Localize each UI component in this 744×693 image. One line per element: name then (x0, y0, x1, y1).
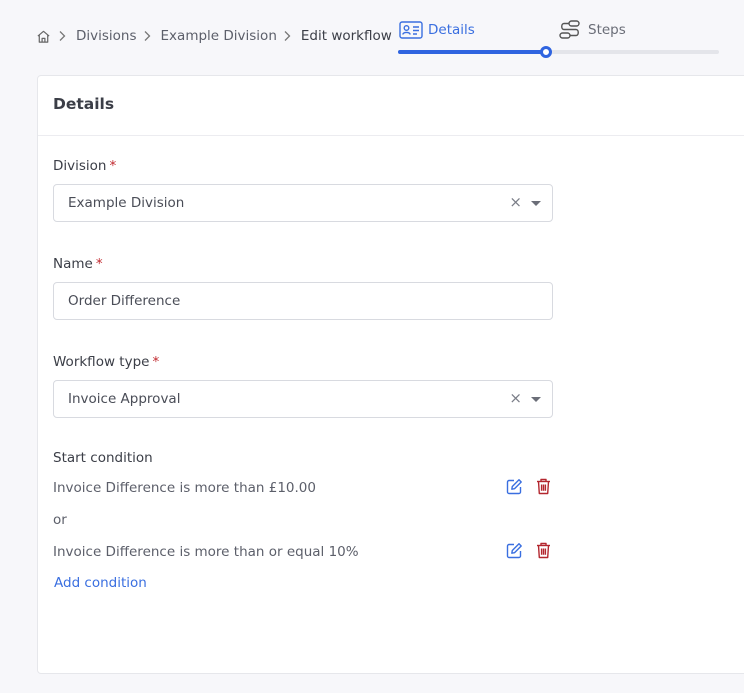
required-mark: * (95, 256, 103, 272)
caret-down-icon[interactable] (531, 397, 541, 402)
name-group: Name * Order Difference (53, 256, 744, 320)
breadcrumb-current: Edit workflow (300, 28, 392, 44)
add-condition-link[interactable]: Add condition (54, 575, 147, 591)
top-bar: Divisions Example Division Edit workflow… (0, 0, 744, 75)
start-condition-section: Start condition Invoice Difference is mo… (53, 450, 744, 591)
stepper: Details Steps (398, 18, 720, 58)
details-card: Details Division * Example Division × Nam… (37, 75, 744, 674)
workflow-type-group: Workflow type * Invoice Approval × (53, 354, 744, 418)
name-input[interactable]: Order Difference (53, 282, 553, 320)
step-details[interactable]: Details (399, 20, 475, 40)
clear-icon[interactable]: × (509, 389, 522, 407)
start-condition-label: Start condition (53, 450, 153, 466)
step-details-label: Details (428, 22, 475, 38)
name-label: Name * (53, 256, 744, 274)
card-header: Details (38, 76, 744, 136)
workflow-type-label-text: Workflow type (53, 354, 150, 370)
breadcrumb-example-division[interactable]: Example Division (161, 28, 277, 44)
workflow-type-select-value: Invoice Approval (68, 391, 181, 407)
required-mark: * (152, 354, 160, 370)
stepper-progress-knob (539, 46, 552, 58)
condition-actions (506, 542, 553, 560)
step-steps-label: Steps (588, 22, 626, 38)
division-label: Division * (53, 158, 744, 176)
workflow-type-select[interactable]: Invoice Approval × (53, 380, 553, 418)
condition-row: Invoice Difference is more than or equal… (53, 542, 553, 562)
workflow-type-label: Workflow type * (53, 354, 744, 372)
stepper-progress-fill (398, 50, 546, 54)
card-title: Details (53, 95, 115, 113)
condition-text: Invoice Difference is more than or equal… (53, 544, 359, 560)
card-body: Division * Example Division × Name * Order… (38, 136, 744, 591)
stepper-progress-track (398, 46, 719, 58)
breadcrumb: Divisions Example Division Edit workflow (36, 26, 392, 46)
condition-text: Invoice Difference is more than £10.00 (53, 480, 316, 496)
condition-row: Invoice Difference is more than £10.00 (53, 478, 553, 498)
edit-icon[interactable] (506, 542, 523, 560)
trash-icon[interactable] (536, 478, 553, 496)
id-card-icon (399, 20, 423, 40)
condition-joiner: or (53, 512, 67, 528)
chevron-right-icon (283, 28, 295, 44)
edit-icon[interactable] (506, 478, 523, 496)
clear-icon[interactable]: × (509, 193, 522, 211)
step-steps[interactable]: Steps (559, 20, 626, 40)
home-icon[interactable] (36, 28, 52, 44)
name-label-text: Name (53, 256, 93, 272)
division-select[interactable]: Example Division × (53, 184, 553, 222)
condition-actions (506, 478, 553, 496)
caret-down-icon[interactable] (531, 201, 541, 206)
chevron-right-icon (143, 28, 155, 44)
trash-icon[interactable] (536, 542, 553, 560)
route-icon (559, 20, 583, 40)
breadcrumb-divisions[interactable]: Divisions (76, 28, 137, 44)
division-group: Division * Example Division × (53, 158, 744, 222)
required-mark: * (109, 158, 117, 174)
name-input-value: Order Difference (68, 293, 181, 309)
division-select-value: Example Division (68, 195, 185, 211)
chevron-right-icon (58, 28, 70, 44)
division-label-text: Division (53, 158, 107, 174)
